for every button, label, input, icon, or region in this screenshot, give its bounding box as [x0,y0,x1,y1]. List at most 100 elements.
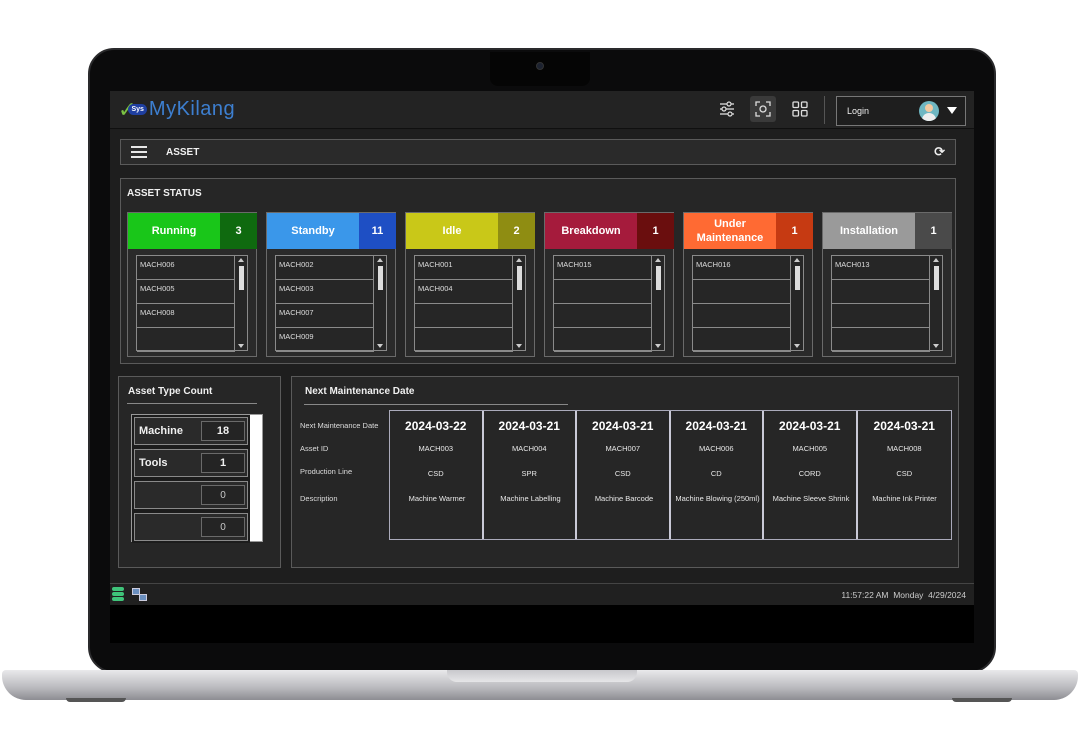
hamburger-menu-icon[interactable] [131,146,147,158]
scroll-down-icon[interactable] [238,344,244,348]
scroll-thumb[interactable] [239,266,244,290]
screen-capture-icon[interactable] [750,96,776,122]
status-count: 11 [359,213,396,249]
maintenance-asset-id: MACH005 [792,444,828,453]
list-item[interactable]: MACH003 [276,280,374,304]
scroll-thumb[interactable] [378,266,383,290]
network-icon [132,588,148,602]
list-item[interactable]: MACH004 [415,280,513,304]
list-item[interactable] [832,328,930,352]
maintenance-description: Machine Blowing (250ml) [675,494,760,503]
scroll-up-icon[interactable] [933,258,939,262]
maintenance-column[interactable]: 2024-03-21 MACH007 CSD Machine Barcode [577,411,671,539]
list-item[interactable]: MACH001 [415,256,513,280]
scroll-thumb[interactable] [934,266,939,290]
scroll-down-icon[interactable] [377,344,383,348]
maintenance-description: Machine Ink Printer [872,494,937,503]
scrollbar[interactable] [514,256,525,350]
maintenance-description: Machine Sleeve Shrink [772,494,850,503]
list-item[interactable] [554,304,652,328]
scroll-up-icon[interactable] [655,258,661,262]
list-item[interactable]: MACH006 [137,256,235,280]
maintenance-title: Next Maintenance Date [305,386,415,397]
list-item[interactable] [554,280,652,304]
maintenance-date: 2024-03-22 [405,419,467,433]
scrollbar[interactable] [792,256,803,350]
maintenance-production-line: CSD [427,469,444,478]
list-item[interactable] [832,304,930,328]
logo-badge: Sys [128,104,147,115]
scrollbar[interactable] [653,256,664,350]
scroll-thumb[interactable] [795,266,800,290]
scrollbar[interactable] [931,256,942,350]
maintenance-date: 2024-03-21 [592,419,654,433]
scroll-down-icon[interactable] [794,344,800,348]
laptop-foot [66,698,126,702]
maintenance-asset-id: MACH006 [698,444,734,453]
status-label[interactable]: Under Maintenance [684,213,776,249]
maintenance-date: 2024-03-21 [873,419,935,433]
login-dropdown[interactable]: Login [836,96,966,126]
scroll-down-icon[interactable] [933,344,939,348]
list-item[interactable]: MACH007 [276,304,374,328]
status-card: Running 3 MACH006 MACH005 MACH008 [127,212,257,357]
list-item[interactable]: MACH002 [276,256,374,280]
status-label[interactable]: Standby [267,213,359,249]
list-item[interactable] [554,328,652,352]
scroll-down-icon[interactable] [655,344,661,348]
asset-type-count: 0 [201,517,245,537]
scroll-thumb[interactable] [656,266,661,290]
clock-date: 4/29/2024 [928,590,966,600]
maintenance-production-line: SPR [521,469,537,478]
list-item[interactable]: MACH009 [276,328,374,352]
scroll-up-icon[interactable] [516,258,522,262]
list-item[interactable] [832,280,930,304]
status-label[interactable]: Idle [406,213,498,249]
scroll-down-icon[interactable] [516,344,522,348]
label-asset-id: Asset ID [300,444,329,453]
list-item[interactable]: MACH015 [554,256,652,280]
maintenance-date: 2024-03-21 [779,419,841,433]
status-card: Idle 2 MACH001 MACH004 [405,212,535,357]
status-label[interactable]: Breakdown [545,213,637,249]
status-machine-list: MACH015 [553,255,665,352]
list-item[interactable] [415,304,513,328]
filter-sliders-icon[interactable] [714,96,740,122]
status-count: 1 [915,213,952,249]
maintenance-column[interactable]: 2024-03-21 MACH006 CD Machine Blowing (250m… [671,411,764,539]
maintenance-column[interactable]: 2024-03-21 MACH004 SPR Machine Labelling [484,411,577,539]
list-item[interactable]: MACH013 [832,256,930,280]
clock-time: 11:57:22 AM [841,590,889,600]
scroll-up-icon[interactable] [794,258,800,262]
list-item[interactable] [693,328,791,352]
list-item[interactable]: MACH005 [137,280,235,304]
list-item[interactable]: MACH008 [137,304,235,328]
maintenance-column[interactable]: 2024-03-21 MACH005 CORD Machine Sleeve Shri… [764,411,858,539]
refresh-icon[interactable]: ⟳ [934,144,945,160]
status-machine-list: MACH006 MACH005 MACH008 [136,255,248,352]
status-label[interactable]: Installation [823,213,915,249]
grid-layout-icon[interactable] [787,96,813,122]
clock: 11:57:22 AM Monday 4/29/2024 [841,590,966,600]
laptop-foot [952,698,1012,702]
list-item[interactable] [693,280,791,304]
scroll-up-icon[interactable] [377,258,383,262]
list-item[interactable]: MACH016 [693,256,791,280]
list-item[interactable] [693,304,791,328]
scroll-up-icon[interactable] [238,258,244,262]
asset-status-title: ASSET STATUS [127,188,202,199]
asset-type-list: Machine 18 Tools 1 0 0 [131,414,263,543]
title-underline [127,403,257,404]
scrollbar[interactable] [236,256,247,350]
scroll-thumb[interactable] [517,266,522,290]
status-card: Standby 11 MACH002 MACH003 MACH007 MACH009 [266,212,396,357]
page-title: ASSET [166,147,200,158]
maintenance-column[interactable]: 2024-03-22 MACH003 CSD Machine Warmer [390,411,484,539]
list-item[interactable] [137,328,235,352]
status-label[interactable]: Running [128,213,220,249]
app-logo[interactable]: ✓ Sys MyKilang [118,98,235,121]
list-item[interactable] [415,328,513,352]
scrollbar[interactable] [375,256,386,350]
asset-type-row: 0 [134,481,248,509]
maintenance-column[interactable]: 2024-03-21 MACH008 CSD Machine Ink Printer [858,411,952,539]
